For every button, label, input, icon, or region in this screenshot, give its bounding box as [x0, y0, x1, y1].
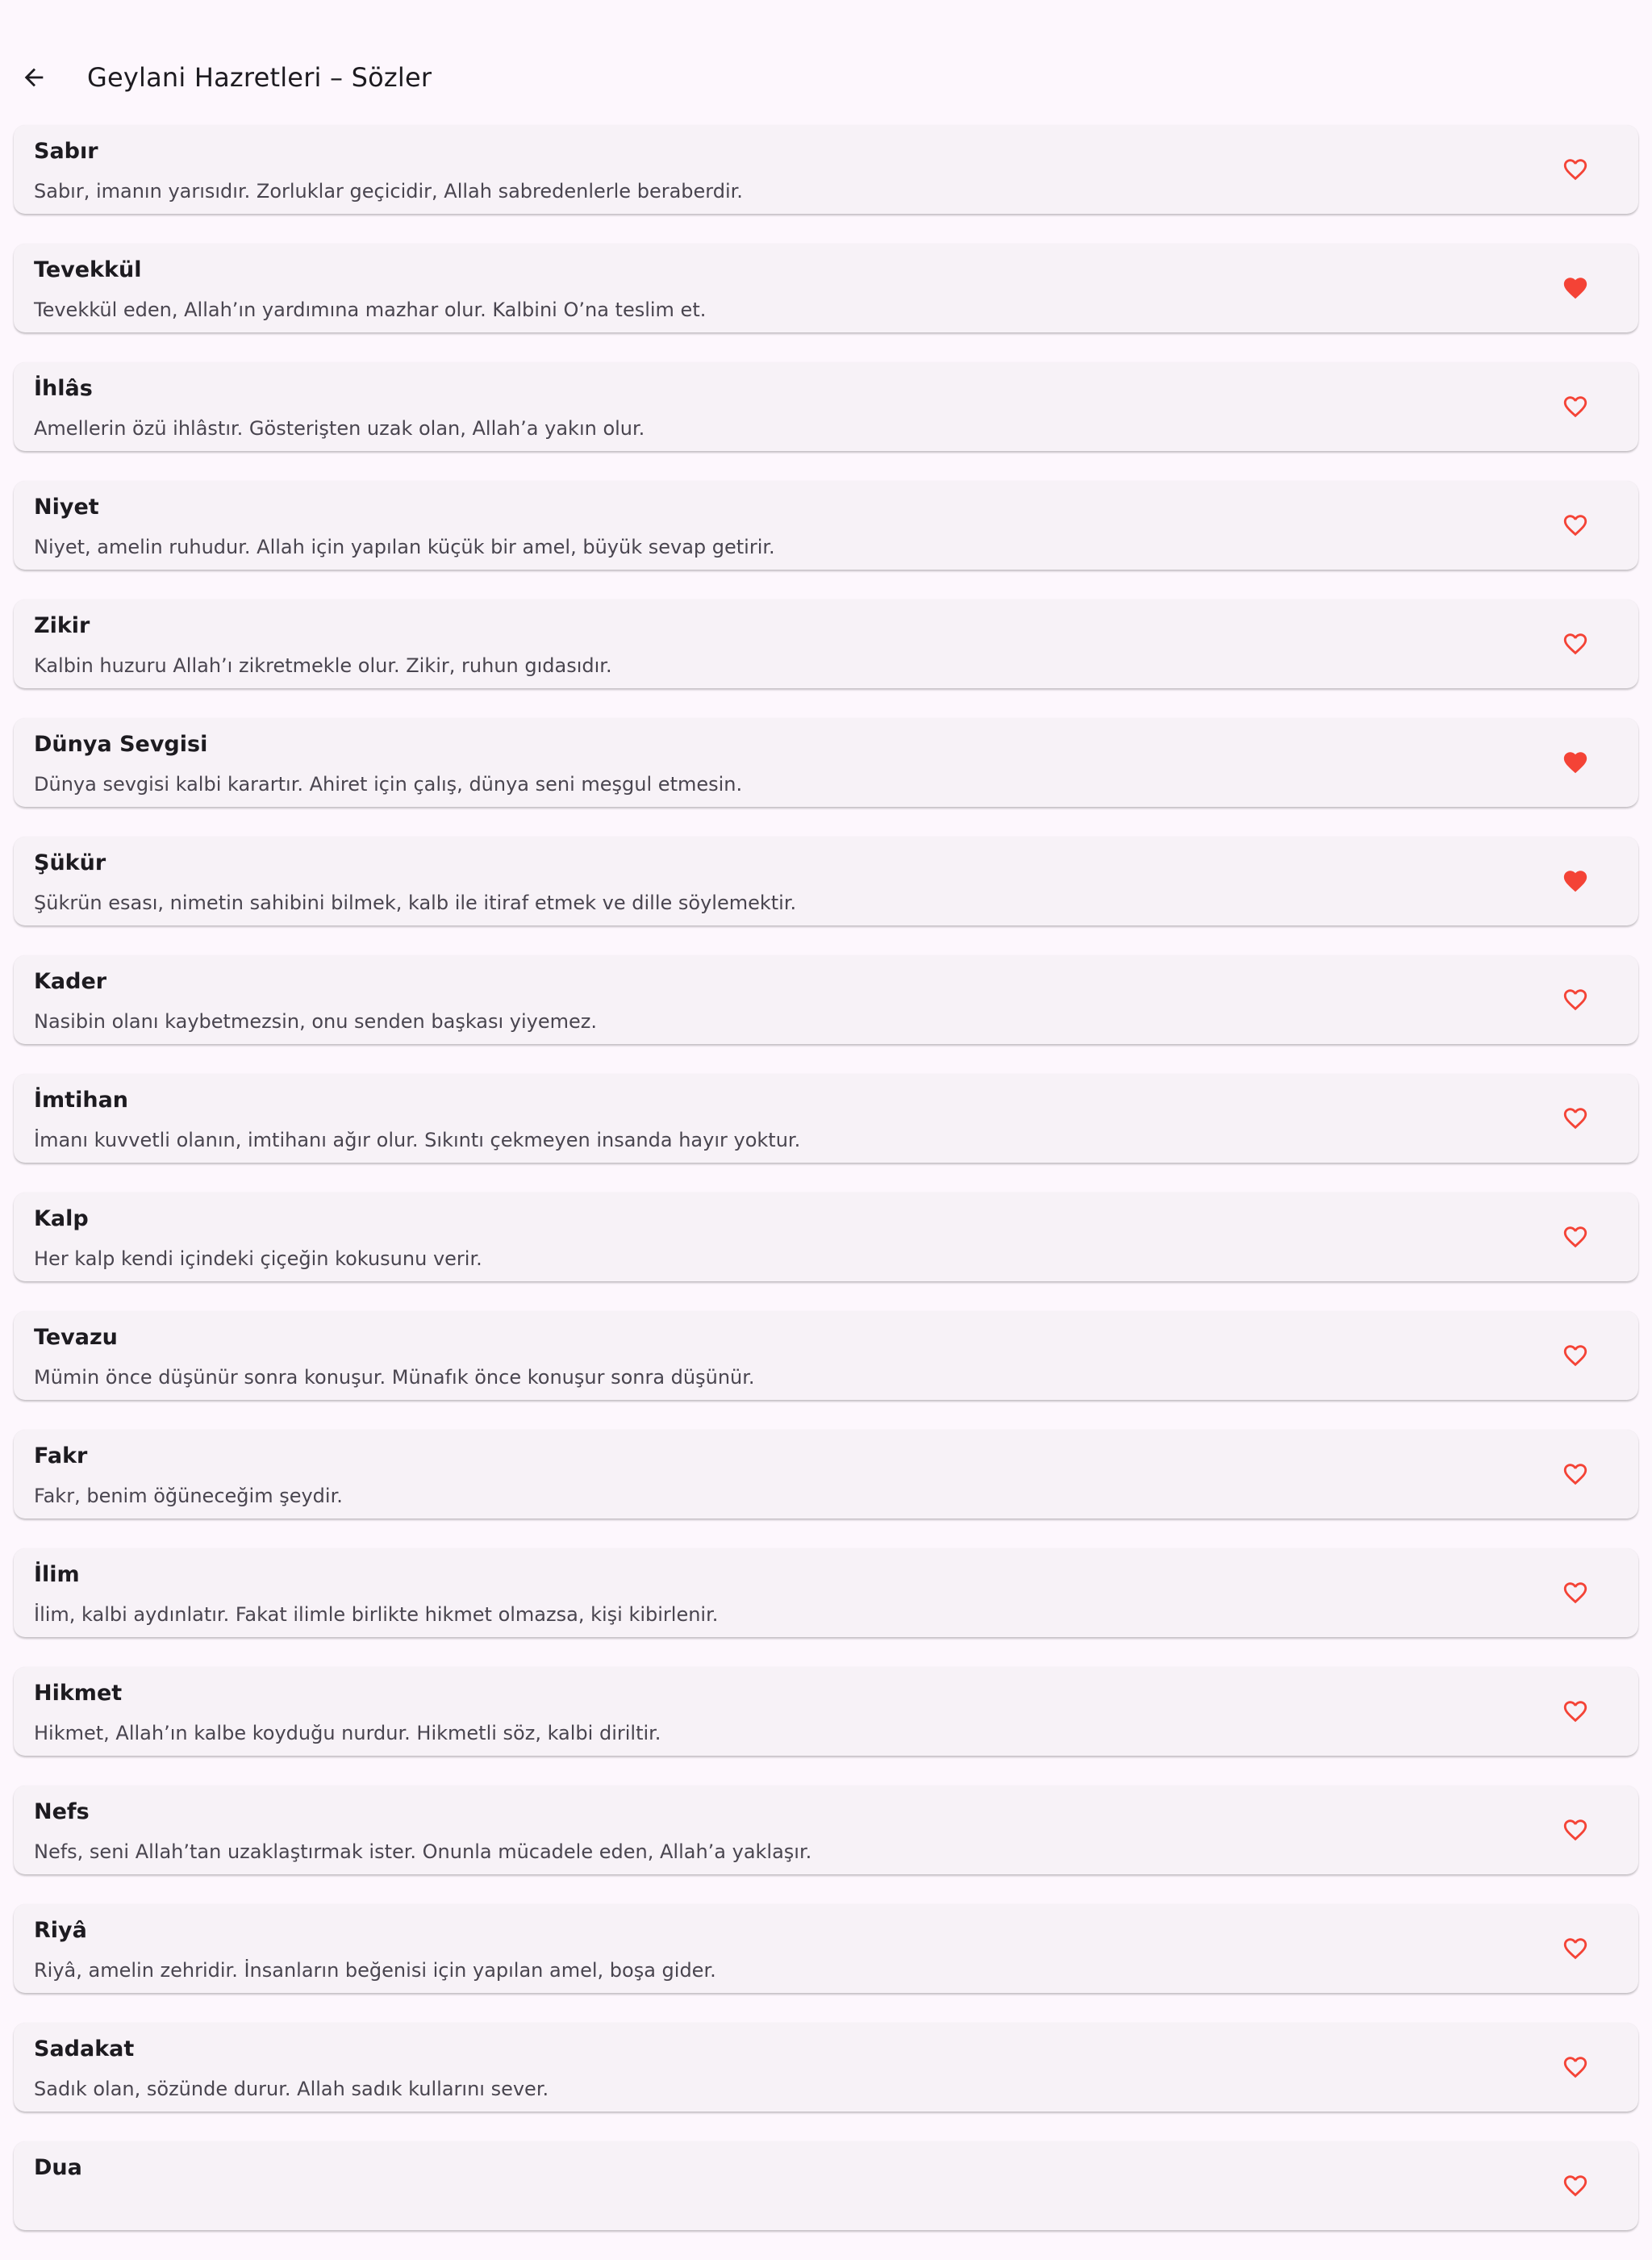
saying-text: Riyâ, amelin zehridir. İnsanların beğeni…: [34, 1959, 716, 1982]
heart-filled-icon: [1563, 278, 1587, 299]
sayings-list: Sabır Sabır, imanın yarısıdır. Zorluklar …: [14, 125, 1638, 2260]
saying-text: Sabır, imanın yarısıdır. Zorluklar geçic…: [34, 180, 743, 203]
saying-title: İmtihan: [34, 1088, 129, 1113]
saying-title: Fakr: [34, 1443, 88, 1468]
saying-card[interactable]: Niyet Niyet, amelin ruhudur. Allah için y…: [14, 481, 1638, 570]
saying-title: Dünya Sevgisi: [34, 732, 208, 757]
heart-outline-icon: [1563, 1108, 1587, 1130]
heart-outline-icon: [1563, 1819, 1587, 1841]
heart-outline-icon: [1563, 633, 1587, 655]
favorite-button[interactable]: [1551, 738, 1600, 787]
favorite-button[interactable]: [1551, 1213, 1600, 1261]
saying-title: Niyet: [34, 495, 99, 520]
saying-title: Riyâ: [34, 1918, 87, 1943]
saying-text: Hikmet, Allah’ın kalbe koyduğu nurdur. H…: [34, 1722, 661, 1744]
page-title: Geylani Hazretleri – Sözler: [87, 62, 432, 93]
back-button[interactable]: [0, 44, 68, 111]
heart-outline-icon: [1563, 989, 1587, 1011]
heart-outline-icon: [1563, 515, 1587, 537]
saying-card[interactable]: Hikmet Hikmet, Allah’ın kalbe koyduğu nur…: [14, 1667, 1638, 1756]
saying-text: Niyet, amelin ruhudur. Allah için yapıla…: [34, 536, 775, 558]
favorite-button[interactable]: [1551, 145, 1600, 194]
saying-title: Tevekkül: [34, 257, 142, 282]
saying-text: İlim, kalbi aydınlatır. Fakat ilimle bir…: [34, 1603, 719, 1626]
saying-card[interactable]: Tevekkül Tevekkül eden, Allah’ın yardımın…: [14, 244, 1638, 332]
saying-title: Tevazu: [34, 1325, 118, 1350]
saying-card[interactable]: Sabır Sabır, imanın yarısıdır. Zorluklar …: [14, 125, 1638, 214]
saying-card[interactable]: Dünya Sevgisi Dünya sevgisi kalbi karartı…: [14, 718, 1638, 807]
heart-filled-icon: [1563, 871, 1587, 892]
saying-text: Dünya sevgisi kalbi karartır. Ahiret içi…: [34, 773, 743, 796]
saying-text: Fakr, benim öğüneceğim şeydir.: [34, 1485, 343, 1507]
saying-card[interactable]: Tevazu Mümin önce düşünür sonra konuşur. …: [14, 1311, 1638, 1400]
saying-title: Şükür: [34, 850, 106, 875]
favorite-button[interactable]: [1551, 857, 1600, 905]
saying-card[interactable]: İmtihan İmanı kuvvetli olanın, imtihanı a…: [14, 1074, 1638, 1163]
saying-title: İlim: [34, 1562, 80, 1587]
favorite-button[interactable]: [1551, 2043, 1600, 2091]
saying-text: Her kalp kendi içindeki çiçeğin kokusunu…: [34, 1247, 482, 1270]
saying-title: İhlâs: [34, 376, 93, 401]
favorite-button[interactable]: [1551, 1331, 1600, 1380]
favorite-button[interactable]: [1551, 1094, 1600, 1143]
heart-outline-icon: [1563, 2175, 1587, 2197]
saying-title: Sadakat: [34, 2037, 135, 2062]
saying-card[interactable]: Sadakat Sadık olan, sözünde durur. Allah …: [14, 2023, 1638, 2112]
saying-text: Kalbin huzuru Allah’ı zikretmekle olur. …: [34, 654, 612, 677]
favorite-button[interactable]: [1551, 1569, 1600, 1617]
saying-text: Tevekkül eden, Allah’ın yardımına mazhar…: [34, 299, 707, 321]
saying-card[interactable]: Riyâ Riyâ, amelin zehridir. İnsanların be…: [14, 1904, 1638, 1993]
saying-title: Kader: [34, 969, 107, 994]
favorite-button[interactable]: [1551, 1924, 1600, 1973]
favorite-button[interactable]: [1551, 264, 1600, 312]
heart-outline-icon: [1563, 1345, 1587, 1367]
heart-outline-icon: [1563, 1582, 1587, 1604]
favorite-button[interactable]: [1551, 1687, 1600, 1736]
saying-card[interactable]: Fakr Fakr, benim öğüneceğim şeydir.: [14, 1430, 1638, 1519]
saying-card[interactable]: Dua: [14, 2141, 1638, 2230]
saying-text: Mümin önce düşünür sonra konuşur. Münafı…: [34, 1366, 755, 1389]
saying-title: Dua: [34, 2155, 82, 2180]
saying-card[interactable]: Şükür Şükrün esası, nimetin sahibini bilm…: [14, 837, 1638, 925]
heart-outline-icon: [1563, 1938, 1587, 1960]
saying-card[interactable]: Nefs Nefs, seni Allah’tan uzaklaştırmak i…: [14, 1786, 1638, 1874]
saying-card[interactable]: Zikir Kalbin huzuru Allah’ı zikretmekle o…: [14, 599, 1638, 688]
saying-card[interactable]: İlim İlim, kalbi aydınlatır. Fakat ilimle…: [14, 1548, 1638, 1637]
heart-outline-icon: [1563, 1701, 1587, 1723]
app-bar: Geylani Hazretleri – Sözler: [0, 39, 1652, 116]
saying-text: Nasibin olanı kaybetmezsin, onu senden b…: [34, 1010, 598, 1033]
favorite-button[interactable]: [1551, 1806, 1600, 1854]
favorite-button[interactable]: [1551, 382, 1600, 431]
heart-outline-icon: [1563, 159, 1587, 181]
arrow-back-icon: [24, 68, 44, 87]
saying-title: Nefs: [34, 1799, 90, 1824]
favorite-button[interactable]: [1551, 620, 1600, 668]
heart-outline-icon: [1563, 1226, 1587, 1248]
saying-title: Sabır: [34, 139, 98, 164]
favorite-button[interactable]: [1551, 975, 1600, 1024]
saying-text: Amellerin özü ihlâstır. Gösterişten uzak…: [34, 417, 645, 440]
saying-card[interactable]: İhlâs Amellerin özü ihlâstır. Gösterişten…: [14, 362, 1638, 451]
saying-text: İmanı kuvvetli olanın, imtihanı ağır olu…: [34, 1129, 801, 1151]
saying-card[interactable]: Kalp Her kalp kendi içindeki çiçeğin koku…: [14, 1193, 1638, 1281]
favorite-button[interactable]: [1551, 1450, 1600, 1498]
favorite-button[interactable]: [1551, 2162, 1600, 2210]
saying-title: Zikir: [34, 613, 90, 638]
saying-card[interactable]: Kader Nasibin olanı kaybetmezsin, onu sen…: [14, 955, 1638, 1044]
favorite-button[interactable]: [1551, 501, 1600, 549]
heart-outline-icon: [1563, 1464, 1587, 1485]
saying-title: Hikmet: [34, 1681, 123, 1706]
saying-text: Sadık olan, sözünde durur. Allah sadık k…: [34, 2078, 549, 2100]
saying-text: Nefs, seni Allah’tan uzaklaştırmak ister…: [34, 1840, 812, 1863]
heart-filled-icon: [1563, 752, 1587, 774]
heart-outline-icon: [1563, 396, 1587, 418]
heart-outline-icon: [1563, 2057, 1587, 2078]
saying-text: Şükrün esası, nimetin sahibini bilmek, k…: [34, 892, 797, 914]
saying-title: Kalp: [34, 1206, 89, 1231]
